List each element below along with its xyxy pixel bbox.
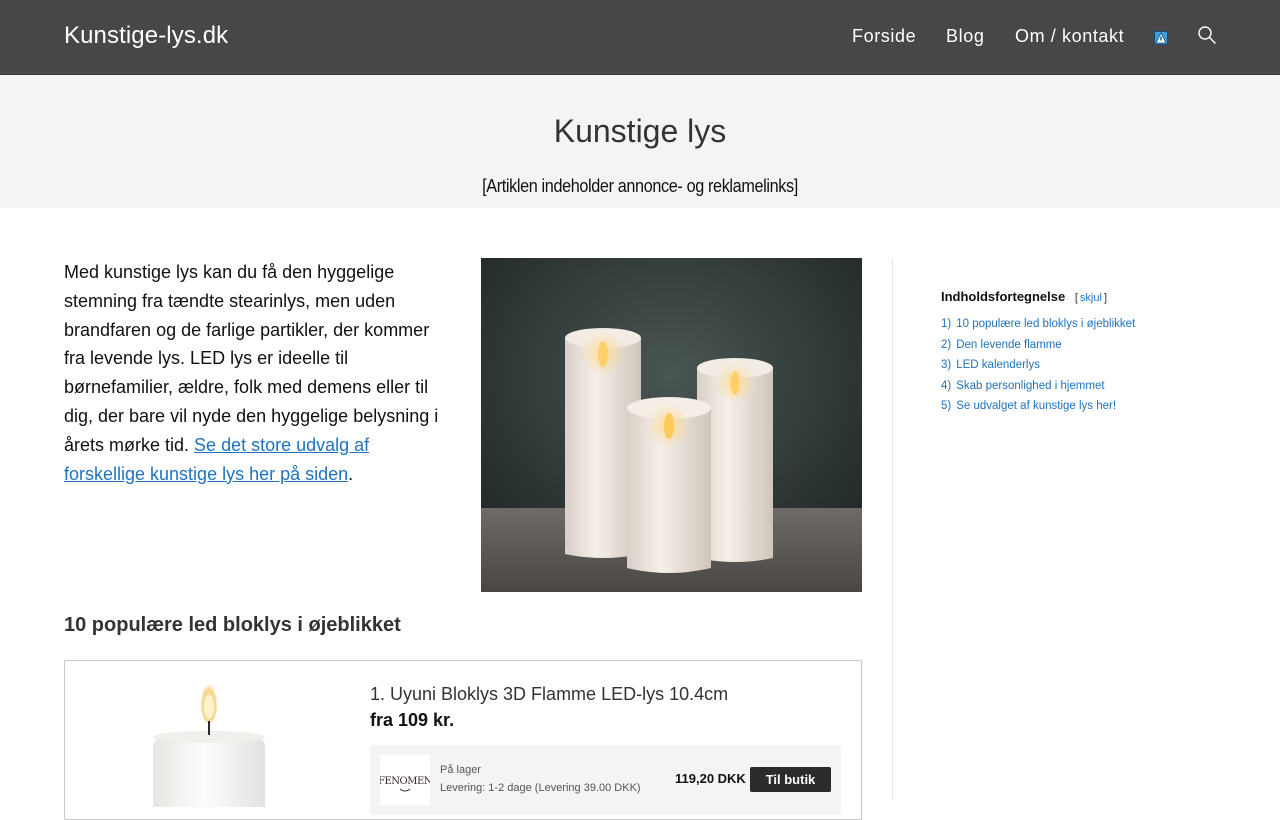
- toc-item-label[interactable]: Se udvalget af kunstige lys her!: [956, 400, 1116, 412]
- intro-suffix: .: [348, 463, 354, 484]
- delivery-info: Levering: 1-2 dage (Levering 39.00 DKK): [440, 782, 641, 794]
- intro-paragraph: Med kunstige lys kan du få den hyggelige…: [64, 258, 449, 488]
- search-icon[interactable]: [1197, 25, 1217, 45]
- toc-item[interactable]: 4) Skab personlighed i hjemmet: [941, 376, 1221, 397]
- toc-title: Indholdsfortegnelse: [941, 289, 1066, 304]
- page-title-band: Kunstige lys [Artiklen indeholder annonc…: [0, 75, 1280, 208]
- page-title: Kunstige lys: [553, 113, 727, 149]
- table-of-contents: Indholdsfortegnelse [skjul] 1) 10 populær…: [941, 289, 1221, 417]
- product-card: 1. Uyuni Bloklys 3D Flamme LED-lys 10.4c…: [64, 660, 862, 820]
- product-title[interactable]: 1. Uyuni Bloklys 3D Flamme LED-lys 10.4c…: [370, 684, 728, 705]
- toc-item[interactable]: 1) 10 populære led bloklys i øjeblikket: [941, 314, 1221, 335]
- toc-item-number: 5): [941, 400, 952, 413]
- offer-price: 119,20 DKK: [675, 771, 746, 786]
- toc-item[interactable]: 2) Den levende flamme: [941, 335, 1221, 356]
- toc-toggle: [skjul]: [1075, 292, 1107, 304]
- toc-toggle-close: ]: [1103, 292, 1107, 304]
- shop-offer: FENOMEN På lager Levering: 1-2 dage (Lev…: [370, 745, 841, 815]
- hero-candles-image: [481, 258, 862, 592]
- product-price: fra 109 kr.: [370, 710, 455, 730]
- flag-icon[interactable]: [1154, 31, 1168, 45]
- toc-item[interactable]: 5) Se udvalget af kunstige lys her!: [941, 396, 1221, 417]
- toc-item[interactable]: 3) LED kalenderlys: [941, 355, 1221, 376]
- site-brand-link[interactable]: Kunstige-lys.dk: [64, 22, 228, 50]
- toc-list: 1) 10 populære led bloklys i øjeblikket 2…: [941, 314, 1221, 417]
- toc-item-label[interactable]: LED kalenderlys: [956, 359, 1040, 371]
- nav-item-blog[interactable]: Blog: [946, 26, 984, 47]
- nav-item-forside[interactable]: Forside: [852, 26, 916, 47]
- sidebar-divider: [892, 258, 893, 800]
- toc-item-number: 4): [941, 379, 952, 392]
- toc-hide-link[interactable]: skjul: [1078, 292, 1104, 304]
- nav-item-om-kontakt[interactable]: Om / kontakt: [1015, 26, 1124, 47]
- product-image[interactable]: [147, 677, 277, 807]
- site-header: Kunstige-lys.dk Forside Blog Om / kontak…: [0, 0, 1280, 75]
- toc-item-number: 1): [941, 318, 952, 330]
- toc-heading: Indholdsfortegnelse [skjul]: [941, 289, 1221, 304]
- toc-item-label[interactable]: 10 populære led bloklys i øjeblikket: [956, 318, 1135, 330]
- to-shop-button[interactable]: Til butik: [750, 767, 831, 792]
- stock-status: På lager: [440, 764, 481, 776]
- ad-disclaimer: [Artiklen indeholder annonce- og reklame…: [482, 176, 798, 196]
- toc-item-label[interactable]: Den levende flamme: [956, 339, 1061, 351]
- shop-logo-text: FENOMEN: [380, 776, 430, 787]
- toc-item-number: 2): [941, 338, 952, 351]
- toc-item-label[interactable]: Skab personlighed i hjemmet: [956, 380, 1104, 392]
- section-heading: 10 populære led bloklys i øjeblikket: [64, 614, 401, 636]
- toc-item-number: 3): [941, 359, 952, 372]
- intro-text: Med kunstige lys kan du få den hyggelige…: [64, 262, 439, 455]
- shop-logo[interactable]: FENOMEN: [380, 755, 430, 805]
